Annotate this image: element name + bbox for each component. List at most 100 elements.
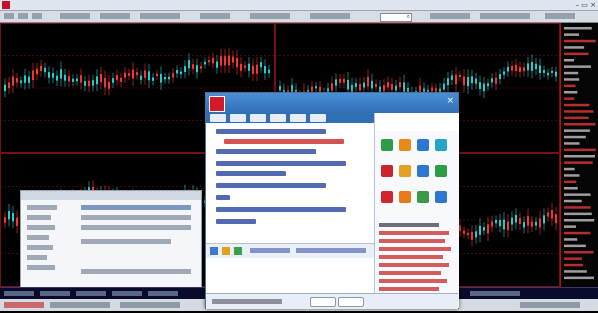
candle <box>32 70 34 81</box>
candle <box>124 72 126 78</box>
toolbar-button[interactable] <box>18 13 28 19</box>
list-item[interactable] <box>379 287 439 291</box>
toolbar-button[interactable] <box>200 13 230 19</box>
quote-row <box>564 65 591 68</box>
candle <box>80 75 82 83</box>
candle <box>311 86 313 92</box>
toolbar-button[interactable] <box>100 13 130 19</box>
list-item[interactable] <box>379 271 441 275</box>
toolbar-button[interactable] <box>60 13 90 19</box>
app-icon[interactable] <box>399 139 411 151</box>
candle <box>475 78 477 84</box>
list-item[interactable] <box>379 239 445 243</box>
news-line[interactable] <box>216 171 286 176</box>
candle <box>208 60 210 63</box>
candle <box>220 56 222 66</box>
candle <box>519 218 521 225</box>
candle <box>495 219 497 224</box>
candle <box>24 75 26 83</box>
list-item[interactable] <box>379 279 447 283</box>
candle <box>363 82 365 88</box>
app-icon[interactable] <box>381 139 393 151</box>
popup-tab[interactable] <box>290 114 306 122</box>
toolbar-button[interactable] <box>480 13 530 19</box>
quote-row <box>564 52 589 56</box>
quote-row <box>564 180 577 184</box>
candle <box>172 73 174 78</box>
candle <box>543 70 545 73</box>
search-input[interactable]: ⌕ <box>380 13 412 22</box>
candle <box>136 72 138 76</box>
candle <box>543 215 545 224</box>
toolbar-button[interactable] <box>140 13 180 19</box>
candle <box>531 221 533 227</box>
popup-tab[interactable] <box>210 114 226 122</box>
app-icon[interactable] <box>435 139 447 151</box>
candle <box>120 77 122 83</box>
window-controls[interactable]: – ▭ × <box>576 0 596 10</box>
candle <box>28 76 30 83</box>
candle <box>503 71 505 75</box>
news-line[interactable] <box>216 129 326 134</box>
toolbar-button[interactable] <box>4 13 14 19</box>
close-icon[interactable]: × <box>446 96 454 106</box>
toolbar-button[interactable] <box>430 13 470 19</box>
app-icon[interactable] <box>435 165 447 177</box>
search-icon[interactable]: ⌕ <box>407 13 410 21</box>
list-item[interactable] <box>379 263 449 267</box>
candle <box>20 80 22 84</box>
list-item[interactable] <box>379 223 439 227</box>
toolbar-button[interactable] <box>32 13 42 19</box>
candle <box>483 83 485 92</box>
app-icon[interactable] <box>381 191 393 203</box>
candle <box>268 69 270 74</box>
quote-window[interactable] <box>20 190 202 289</box>
quote-row <box>564 142 580 145</box>
footer-button[interactable] <box>338 297 364 307</box>
app-icon[interactable] <box>399 191 411 203</box>
news-line[interactable] <box>216 149 316 154</box>
candle <box>487 224 489 234</box>
list-item[interactable] <box>379 231 449 235</box>
app-icon[interactable] <box>417 139 429 151</box>
candle <box>515 214 517 223</box>
candle <box>224 56 226 66</box>
news-line[interactable] <box>224 139 344 144</box>
popup-tab[interactable] <box>230 114 246 122</box>
popup-tab[interactable] <box>250 114 266 122</box>
quote-row <box>564 110 594 113</box>
toolbar-button[interactable] <box>250 13 290 19</box>
quote-row <box>564 251 594 254</box>
news-popup-dialog[interactable]: × <box>205 92 459 309</box>
candle <box>4 217 6 223</box>
list-item[interactable] <box>379 247 451 251</box>
app-icon[interactable] <box>417 165 429 177</box>
popup-tab[interactable] <box>310 114 326 122</box>
news-line[interactable] <box>216 207 346 212</box>
candle <box>499 74 501 80</box>
candle <box>491 221 493 227</box>
candle <box>164 76 166 80</box>
toolbar-button[interactable] <box>545 13 575 19</box>
quote-cell <box>27 255 47 260</box>
quote-cell <box>27 235 49 240</box>
app-icon[interactable] <box>435 191 447 203</box>
app-icon[interactable] <box>417 191 429 203</box>
news-line[interactable] <box>216 219 256 224</box>
news-line[interactable] <box>216 161 346 166</box>
list-item[interactable] <box>379 255 443 259</box>
candle <box>451 75 453 80</box>
app-icon[interactable] <box>399 165 411 177</box>
candle <box>335 79 337 86</box>
toolbar-button[interactable] <box>310 13 350 19</box>
candle <box>383 85 385 92</box>
footer-button[interactable] <box>310 297 336 307</box>
app-icon[interactable] <box>381 165 393 177</box>
right-quote-panel <box>560 23 598 287</box>
news-line[interactable] <box>216 195 230 200</box>
news-line[interactable] <box>216 183 326 188</box>
popup-tab[interactable] <box>270 114 286 122</box>
candle <box>40 65 42 72</box>
candle <box>539 65 541 73</box>
quote-row <box>564 116 589 120</box>
